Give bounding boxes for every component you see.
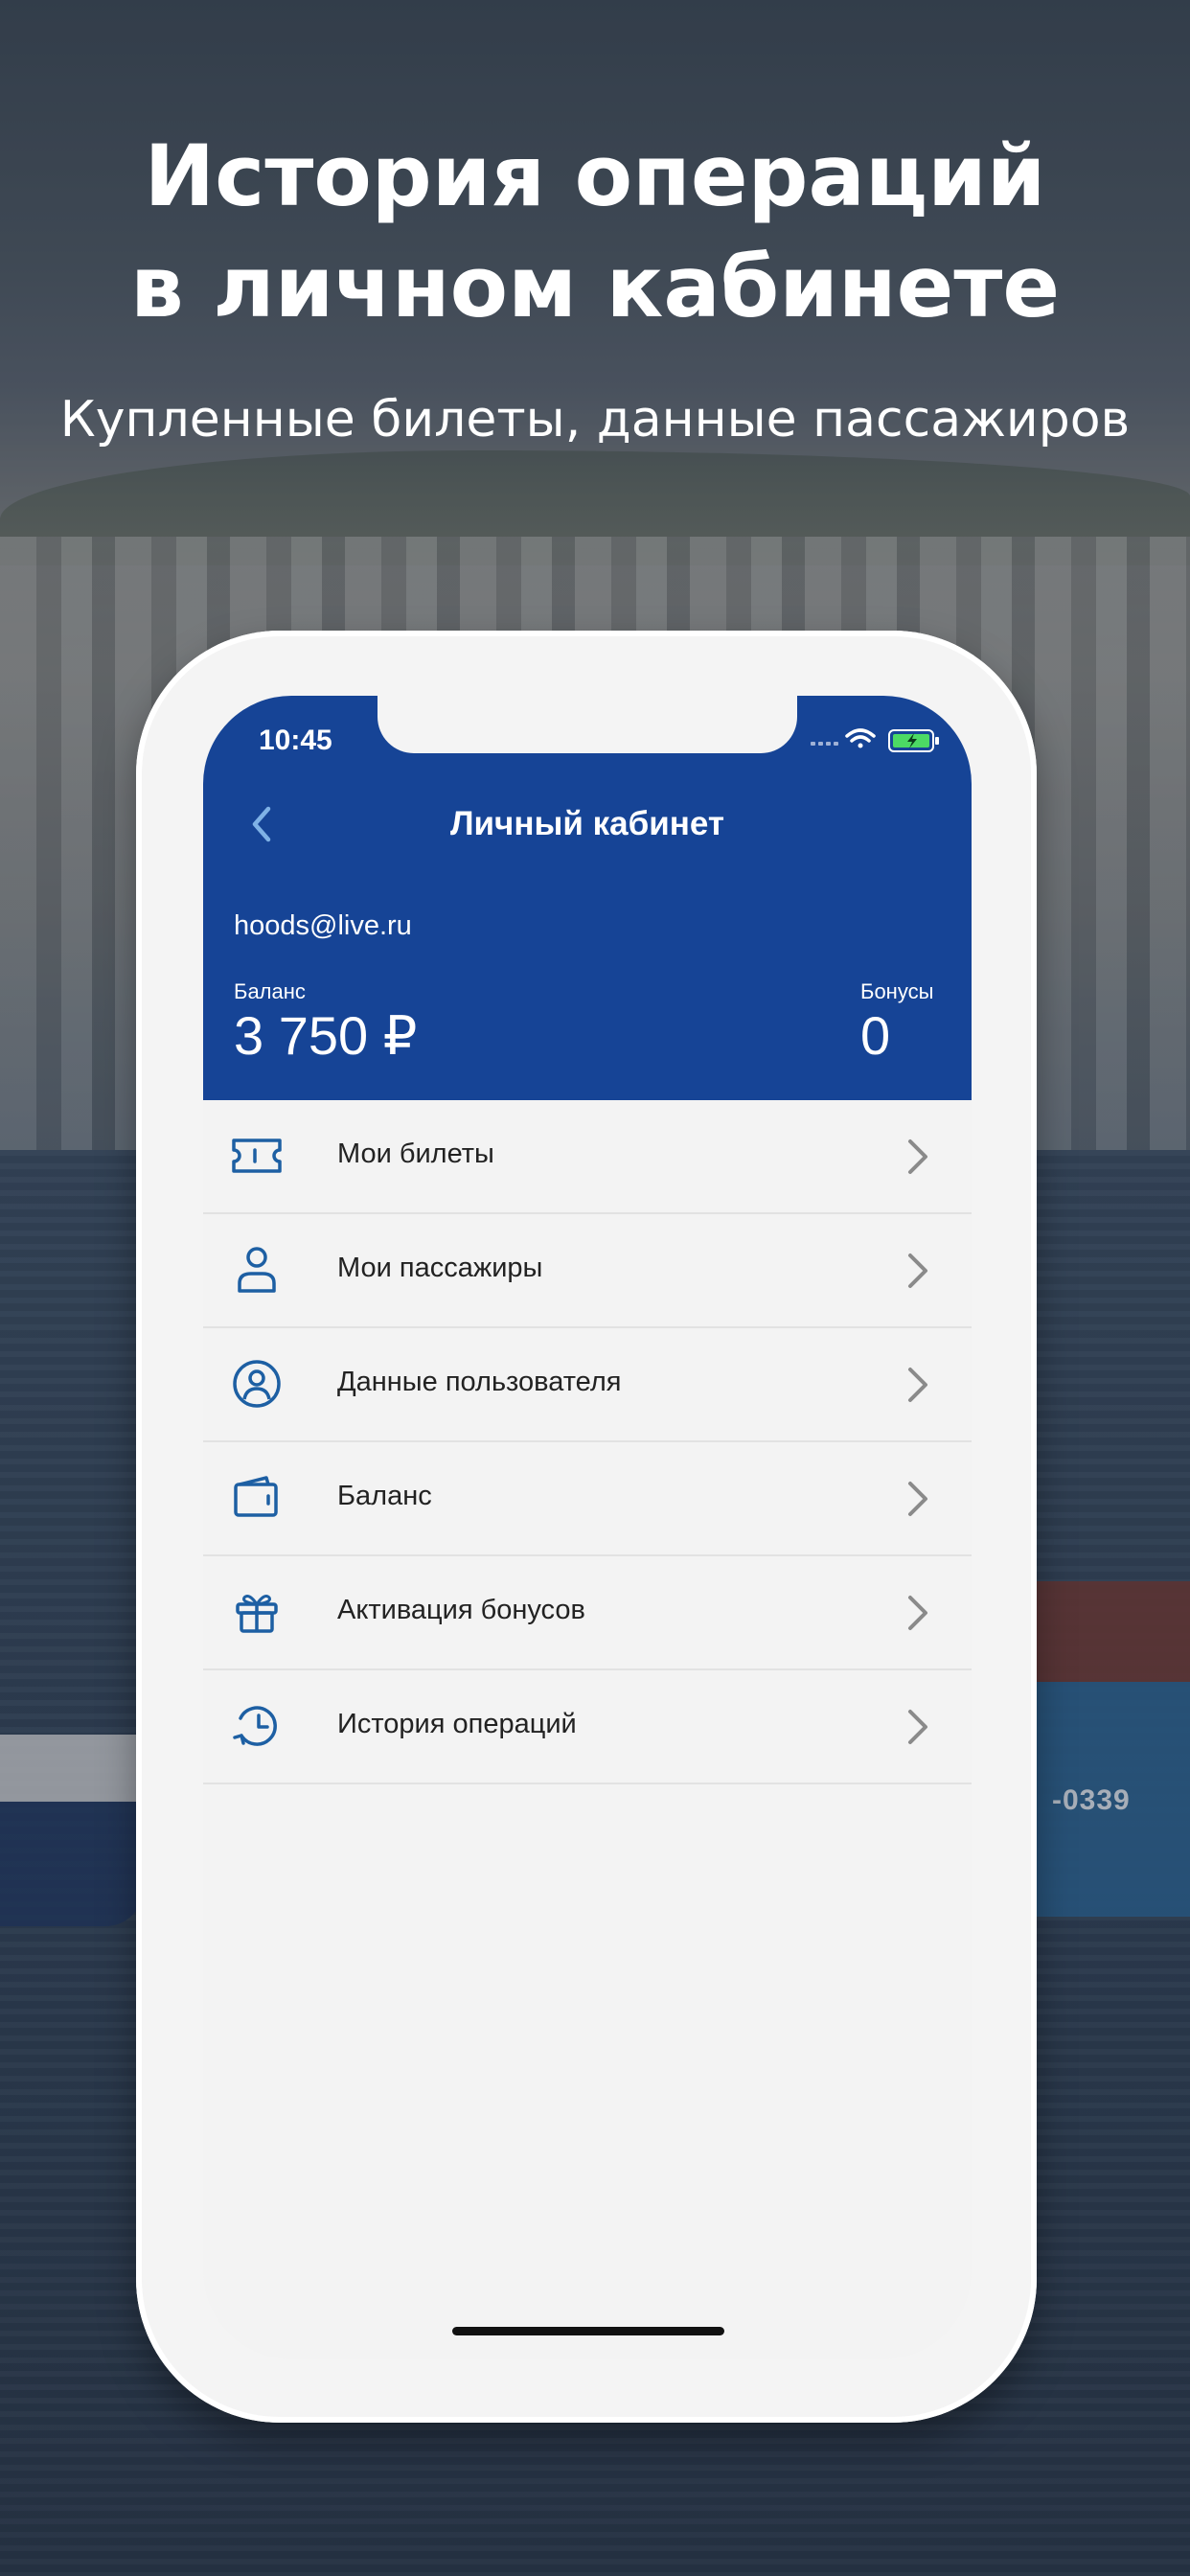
gift-icon <box>236 1595 278 1633</box>
menu-item-label: История операций <box>337 1709 577 1739</box>
chevron-right-icon <box>908 1139 927 1174</box>
chevron-right-icon <box>908 1482 927 1516</box>
status-time: 10:45 <box>259 724 332 756</box>
balance-value: 3 750 ₽ <box>234 1005 418 1066</box>
menu-item-label: Активация бонусов <box>337 1595 585 1625</box>
chevron-right-icon <box>908 1254 927 1288</box>
menu-item-label: Мои билеты <box>337 1138 494 1169</box>
menu-item-user-data[interactable]: Данные пользователя <box>203 1328 972 1442</box>
menu-item-tickets[interactable]: Мои билеты <box>203 1100 972 1214</box>
menu-item-bonus-activation[interactable]: Активация бонусов <box>203 1556 972 1670</box>
promo-headline-line1: История операций <box>144 126 1046 225</box>
chevron-right-icon <box>908 1368 927 1402</box>
menu-item-label: Мои пассажиры <box>337 1253 543 1283</box>
menu-item-label: Баланс <box>337 1481 432 1511</box>
bonus-label: Бонусы <box>860 979 934 1003</box>
account-menu: Мои билеты Мои пассажиры Данные пользова… <box>203 1100 972 1784</box>
battery-icon <box>888 729 939 752</box>
wallet-icon <box>234 1476 278 1517</box>
status-icons <box>811 728 939 752</box>
home-indicator[interactable] <box>452 2327 724 2335</box>
promo-headline: История операций в личном кабинете <box>0 121 1190 343</box>
user-email: hoods@live.ru <box>234 910 412 941</box>
ticket-icon <box>232 1138 282 1173</box>
page-title: Личный кабинет <box>449 805 725 842</box>
menu-item-balance[interactable]: Баланс <box>203 1442 972 1556</box>
promo-subtitle: Купленные билеты, данные пассажиров <box>59 391 1131 448</box>
phone-notch <box>378 696 797 753</box>
phone-screen: 10:45 Личный кабинет hoods@live.ru Балан… <box>203 696 972 2359</box>
user-circle-icon <box>233 1360 281 1408</box>
person-icon <box>238 1247 276 1293</box>
bonus-value: 0 <box>860 1005 891 1066</box>
chevron-right-icon <box>908 1710 927 1744</box>
menu-item-label: Данные пользователя <box>337 1367 622 1397</box>
history-icon <box>233 1706 277 1746</box>
wifi-icon <box>845 728 876 748</box>
menu-item-passengers[interactable]: Мои пассажиры <box>203 1214 972 1328</box>
account-header: 10:45 Личный кабинет hoods@live.ru Балан… <box>203 696 972 1100</box>
chevron-right-icon <box>908 1596 927 1630</box>
balance-label: Баланс <box>234 979 306 1003</box>
menu-item-history[interactable]: История операций <box>203 1670 972 1784</box>
signal-icon <box>811 742 838 746</box>
promo-headline-line2: в личном кабинете <box>129 238 1061 336</box>
